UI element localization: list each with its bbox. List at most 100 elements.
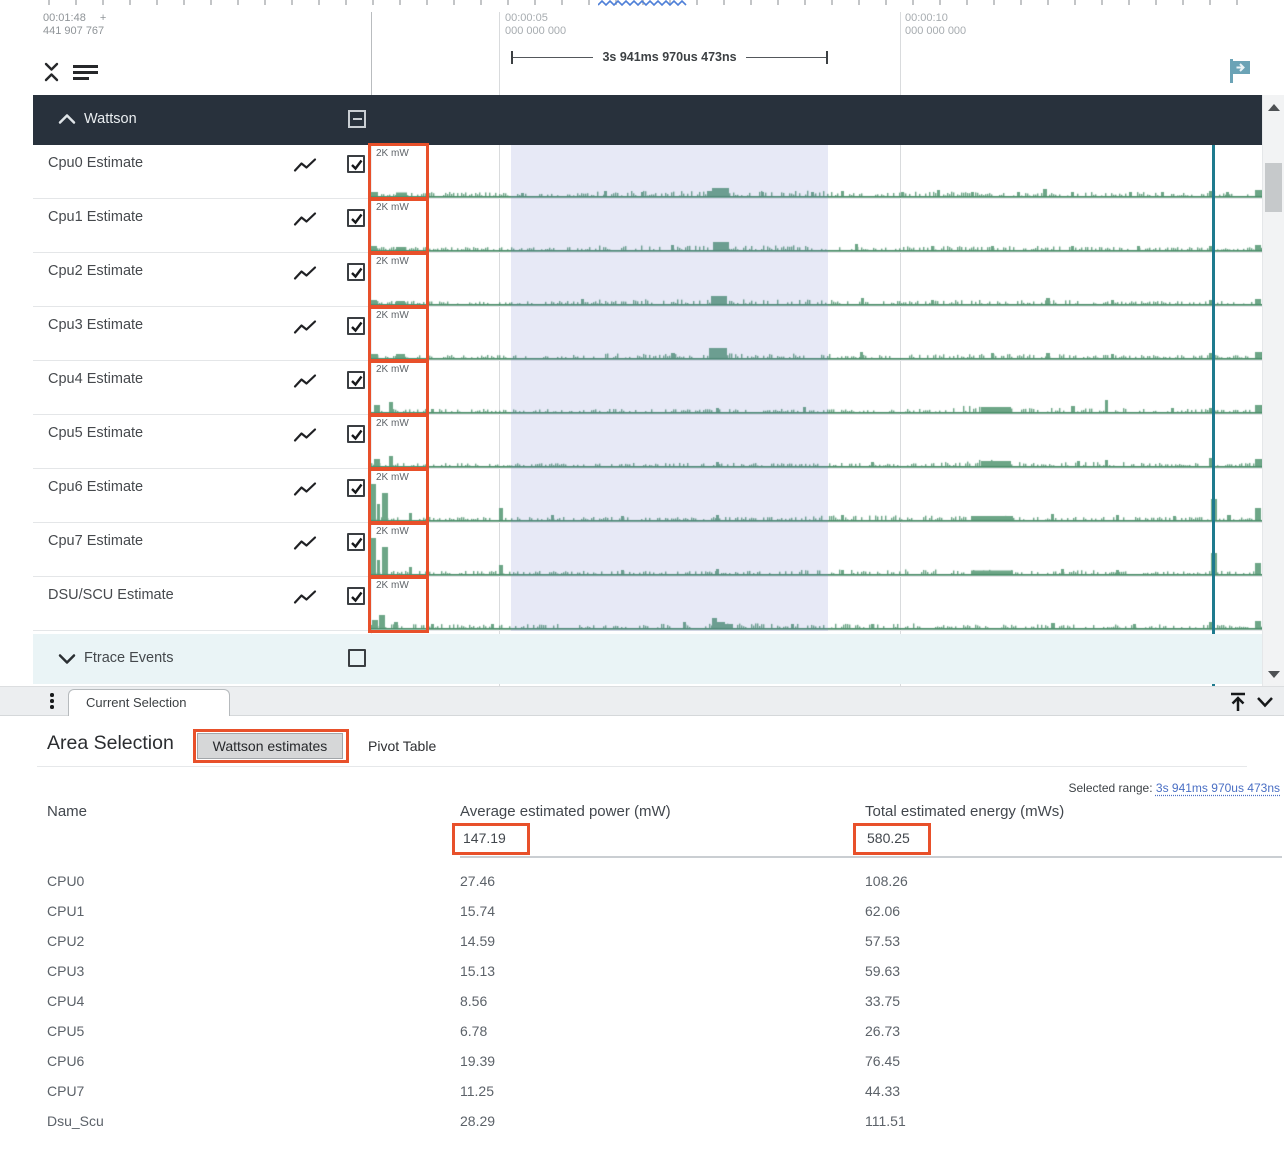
track-label: Cpu1 Estimate	[48, 209, 143, 225]
checkmark-icon	[350, 374, 363, 387]
track-label: Cpu2 Estimate	[48, 263, 143, 279]
cell-power: 15.13	[460, 956, 495, 986]
selected-range-link[interactable]: 3s 941ms 970us 473ns	[1156, 781, 1280, 795]
track-label: Cpu3 Estimate	[48, 317, 143, 333]
spellcheck-squiggle	[598, 0, 688, 8]
annotation-box-total-power	[452, 823, 530, 855]
line-chart-icon[interactable]	[293, 265, 317, 282]
chevron-down-icon[interactable]	[57, 652, 77, 666]
tab-pivot-table[interactable]: Pivot Table	[368, 738, 436, 754]
tab-current-selection[interactable]: Current Selection	[68, 689, 230, 716]
table-row: CPU2 14.59 57.53	[0, 926, 1284, 956]
annotation-box-track-scale	[368, 413, 429, 471]
collapse-tracks-icon[interactable]	[42, 60, 61, 84]
table-row: CPU7 11.25 44.33	[0, 1076, 1284, 1106]
track-checkbox-checked[interactable]	[347, 209, 365, 227]
track-checkbox-checked[interactable]	[347, 155, 365, 173]
track-group-header-ftrace[interactable]: Ftrace Events	[33, 634, 1262, 684]
viewport-start-timestamp: 00:01:48+ 441 907 767	[43, 12, 106, 38]
line-chart-icon[interactable]	[293, 211, 317, 228]
line-chart-icon[interactable]	[293, 589, 317, 606]
estimates-table-body: CPU0 27.46 108.26 CPU1 15.74 62.06 CPU2 …	[0, 866, 1284, 1136]
track-checkbox-checked[interactable]	[347, 533, 365, 551]
collapse-panel-chevron-icon[interactable]	[1254, 692, 1276, 712]
cell-name: Dsu_Scu	[47, 1106, 104, 1136]
group-checkbox-indeterminate[interactable]	[348, 110, 366, 128]
cell-energy: 57.53	[865, 926, 900, 956]
track-label: Cpu5 Estimate	[48, 425, 143, 441]
annotation-box-track-scale	[368, 251, 429, 309]
track-checkbox-checked[interactable]	[347, 263, 365, 281]
table-row: CPU3 15.13 59.63	[0, 956, 1284, 986]
cell-power: 15.74	[460, 896, 495, 926]
track-label: Cpu6 Estimate	[48, 479, 143, 495]
table-row: CPU4 8.56 33.75	[0, 986, 1284, 1016]
annotation-box-track-scale	[368, 305, 429, 363]
cell-energy: 62.06	[865, 896, 900, 926]
annotation-box-wattson-tab	[193, 729, 349, 763]
table-row: CPU6 19.39 76.45	[0, 1046, 1284, 1076]
track-checkbox-checked[interactable]	[347, 587, 365, 605]
table-divider	[460, 856, 1282, 858]
line-chart-icon[interactable]	[293, 427, 317, 444]
details-panel-tabbar: Current Selection	[0, 686, 1284, 716]
track-label: Cpu4 Estimate	[48, 371, 143, 387]
checkmark-icon	[350, 320, 363, 333]
track-checkbox-checked[interactable]	[347, 371, 365, 389]
track-group-header-wattson[interactable]: Wattson	[33, 95, 1262, 145]
annotation-box-track-scale	[368, 521, 429, 579]
track-label: Cpu0 Estimate	[48, 155, 143, 171]
annotation-box-track-scale	[368, 197, 429, 255]
area-selection-overlay[interactable]	[511, 145, 828, 631]
checkmark-icon	[350, 482, 363, 495]
track-checkbox-checked[interactable]	[347, 479, 365, 497]
panel-title: Area Selection	[47, 732, 174, 755]
checkmark-icon	[350, 158, 363, 171]
track-checkbox-checked[interactable]	[347, 425, 365, 443]
track-label: Cpu7 Estimate	[48, 533, 143, 549]
annotation-box-total-energy	[853, 823, 931, 855]
table-row: CPU1 15.74 62.06	[0, 896, 1284, 926]
cell-energy: 108.26	[865, 866, 908, 896]
cell-name: CPU2	[47, 926, 84, 956]
annotation-box-track-scale	[368, 575, 429, 633]
cell-energy: 59.63	[865, 956, 900, 986]
checkmark-icon	[350, 428, 363, 441]
column-header-power: Average estimated power (mW)	[460, 803, 671, 820]
expand-panel-icon[interactable]	[1227, 691, 1249, 714]
line-chart-icon[interactable]	[293, 481, 317, 498]
vertical-scrollbar[interactable]	[1262, 95, 1284, 686]
cell-name: CPU0	[47, 866, 84, 896]
checkmark-icon	[350, 266, 363, 279]
selection-duration-label: 3s 941ms 970us 473ns	[593, 50, 745, 65]
line-chart-icon[interactable]	[293, 373, 317, 390]
cell-power: 28.29	[460, 1106, 495, 1136]
scrollbar-thumb[interactable]	[1265, 163, 1282, 212]
line-chart-icon[interactable]	[293, 535, 317, 552]
cell-name: CPU4	[47, 986, 84, 1016]
line-chart-icon[interactable]	[293, 157, 317, 174]
track-label: DSU/SCU Estimate	[48, 587, 174, 603]
cell-energy: 76.45	[865, 1046, 900, 1076]
cell-power: 14.59	[460, 926, 495, 956]
timeline-cursor-line	[1212, 145, 1215, 686]
flag-icon[interactable]	[1228, 57, 1252, 85]
scroll-up-arrow[interactable]	[1268, 104, 1280, 111]
table-row: CPU0 27.46 108.26	[0, 866, 1284, 896]
ruler-tick	[371, 12, 372, 95]
sort-tracks-icon[interactable]	[72, 64, 99, 82]
line-chart-icon[interactable]	[293, 319, 317, 336]
group-checkbox-unchecked[interactable]	[348, 649, 366, 667]
group-title: Wattson	[84, 111, 137, 127]
tab-label: Current Selection	[86, 695, 186, 710]
kebab-menu-icon[interactable]	[46, 693, 58, 711]
cell-energy: 26.73	[865, 1016, 900, 1046]
scroll-down-arrow[interactable]	[1268, 671, 1280, 678]
cell-power: 6.78	[460, 1016, 487, 1046]
column-header-energy: Total estimated energy (mWs)	[865, 803, 1064, 820]
grid-timestamp: 00:00:05000 000 000	[505, 12, 566, 38]
track-checkbox-checked[interactable]	[347, 317, 365, 335]
cell-power: 19.39	[460, 1046, 495, 1076]
chevron-up-icon[interactable]	[57, 112, 77, 126]
cell-power: 27.46	[460, 866, 495, 896]
